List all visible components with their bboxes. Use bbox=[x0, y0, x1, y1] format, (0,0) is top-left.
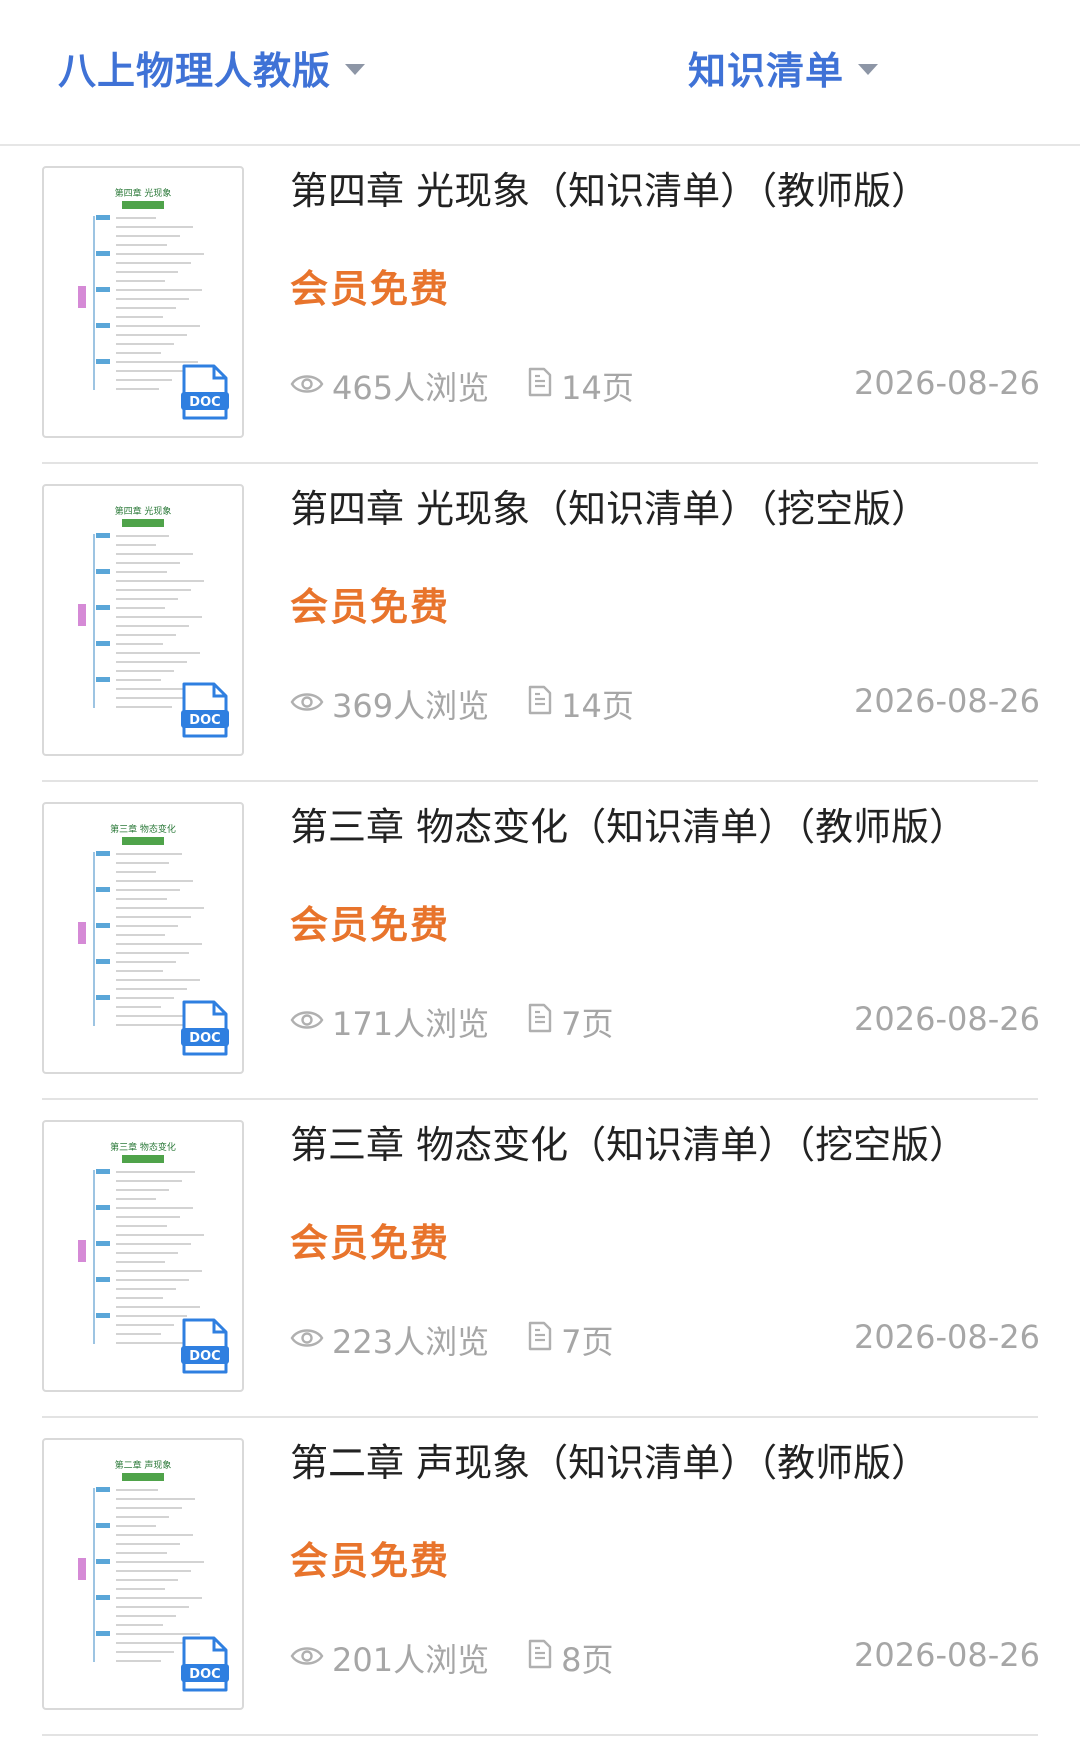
svg-text:DOC: DOC bbox=[189, 395, 220, 410]
document-thumbnail: 第四章 光现象 DOC bbox=[42, 484, 244, 756]
thumb-heading: 第四章 光现象 bbox=[115, 187, 172, 199]
list-item[interactable]: 第三章 物态变化 DOC 第三章 物态变化（知识清单）（挖空版） 会员免费 223… bbox=[42, 1100, 1040, 1418]
page-count: 14页 bbox=[527, 681, 634, 727]
views-count: 201人浏览 bbox=[290, 1635, 489, 1681]
publish-date: 2026-08-26 bbox=[854, 1318, 1040, 1356]
thumb-heading: 第二章 声现象 bbox=[115, 1459, 172, 1471]
views-count: 223人浏览 bbox=[290, 1317, 489, 1363]
svg-text:DOC: DOC bbox=[189, 713, 220, 728]
grade-filter-label: 八上物理人教版 bbox=[58, 49, 332, 93]
thumb-heading: 第三章 物态变化 bbox=[110, 823, 176, 835]
caret-down-icon bbox=[858, 64, 879, 75]
document-icon bbox=[527, 1639, 561, 1677]
views-count: 465人浏览 bbox=[290, 363, 489, 409]
item-title: 第二章 声现象（知识清单）（教师版） bbox=[290, 1441, 930, 1485]
views-count: 171人浏览 bbox=[290, 999, 489, 1045]
publish-date: 2026-08-26 bbox=[854, 1000, 1040, 1038]
document-thumbnail: 第三章 物态变化 DOC bbox=[42, 1120, 244, 1392]
eye-icon bbox=[290, 1639, 332, 1677]
views-count: 369人浏览 bbox=[290, 681, 489, 727]
price-label: 会员免费 bbox=[290, 585, 451, 629]
svg-text:DOC: DOC bbox=[189, 1031, 220, 1046]
price-label: 会员免费 bbox=[290, 903, 451, 947]
caret-down-icon bbox=[345, 64, 366, 75]
page-count: 8页 bbox=[527, 1635, 613, 1681]
list-item[interactable]: 第四章 光现象 DOC 第四章 光现象（知识清单）（挖空版） 会员免费 369人浏… bbox=[42, 464, 1040, 782]
item-meta: 465人浏览 14页 2026-08-26 bbox=[290, 364, 1040, 408]
publish-date: 2026-08-26 bbox=[854, 682, 1040, 720]
item-meta: 201人浏览 8页 2026-08-26 bbox=[290, 1636, 1040, 1680]
filter-bar: 八上物理人教版 知识清单 bbox=[0, 0, 1080, 146]
document-icon bbox=[527, 1003, 561, 1041]
doc-file-icon: DOC bbox=[180, 1000, 230, 1056]
price-label: 会员免费 bbox=[290, 267, 451, 311]
document-icon bbox=[527, 367, 561, 405]
item-title: 第三章 物态变化（知识清单）（教师版） bbox=[290, 805, 968, 849]
page-count: 7页 bbox=[527, 999, 613, 1045]
thumb-heading: 第三章 物态变化 bbox=[110, 1141, 176, 1153]
item-title: 第三章 物态变化（知识清单）（挖空版） bbox=[290, 1123, 968, 1167]
publish-date: 2026-08-26 bbox=[854, 1636, 1040, 1674]
eye-icon bbox=[290, 1321, 332, 1359]
eye-icon bbox=[290, 685, 332, 723]
doc-file-icon: DOC bbox=[180, 682, 230, 738]
document-thumbnail: 第二章 声现象 DOC bbox=[42, 1438, 244, 1710]
item-title: 第四章 光现象（知识清单）（挖空版） bbox=[290, 487, 930, 531]
grade-filter-dropdown[interactable]: 八上物理人教版 bbox=[58, 40, 366, 95]
list-item[interactable]: 第四章 光现象 DOC 第四章 光现象（知识清单）（教师版） 会员免费 465人浏… bbox=[42, 146, 1040, 464]
page-count: 14页 bbox=[527, 363, 634, 409]
document-thumbnail: 第四章 光现象 DOC bbox=[42, 166, 244, 438]
doc-file-icon: DOC bbox=[180, 1636, 230, 1692]
document-icon bbox=[527, 685, 561, 723]
thumb-heading: 第四章 光现象 bbox=[115, 505, 172, 517]
price-label: 会员免费 bbox=[290, 1539, 451, 1583]
svg-text:DOC: DOC bbox=[189, 1667, 220, 1682]
page-count: 7页 bbox=[527, 1317, 613, 1363]
doc-file-icon: DOC bbox=[180, 364, 230, 420]
price-label: 会员免费 bbox=[290, 1221, 451, 1265]
svg-text:DOC: DOC bbox=[189, 1349, 220, 1364]
document-thumbnail: 第三章 物态变化 DOC bbox=[42, 802, 244, 1074]
type-filter-label: 知识清单 bbox=[688, 49, 845, 93]
item-meta: 171人浏览 7页 2026-08-26 bbox=[290, 1000, 1040, 1044]
resource-list: 第四章 光现象 DOC 第四章 光现象（知识清单）（教师版） 会员免费 465人浏… bbox=[0, 146, 1080, 1736]
item-meta: 369人浏览 14页 2026-08-26 bbox=[290, 682, 1040, 726]
type-filter-dropdown[interactable]: 知识清单 bbox=[688, 40, 879, 95]
publish-date: 2026-08-26 bbox=[854, 364, 1040, 402]
list-item[interactable]: 第三章 物态变化 DOC 第三章 物态变化（知识清单）（教师版） 会员免费 171… bbox=[42, 782, 1040, 1100]
item-title: 第四章 光现象（知识清单）（教师版） bbox=[290, 169, 930, 213]
document-icon bbox=[527, 1321, 561, 1359]
eye-icon bbox=[290, 1003, 332, 1041]
item-meta: 223人浏览 7页 2026-08-26 bbox=[290, 1318, 1040, 1362]
list-item[interactable]: 第二章 声现象 DOC 第二章 声现象（知识清单）（教师版） 会员免费 201人浏… bbox=[42, 1418, 1040, 1736]
eye-icon bbox=[290, 367, 332, 405]
doc-file-icon: DOC bbox=[180, 1318, 230, 1374]
